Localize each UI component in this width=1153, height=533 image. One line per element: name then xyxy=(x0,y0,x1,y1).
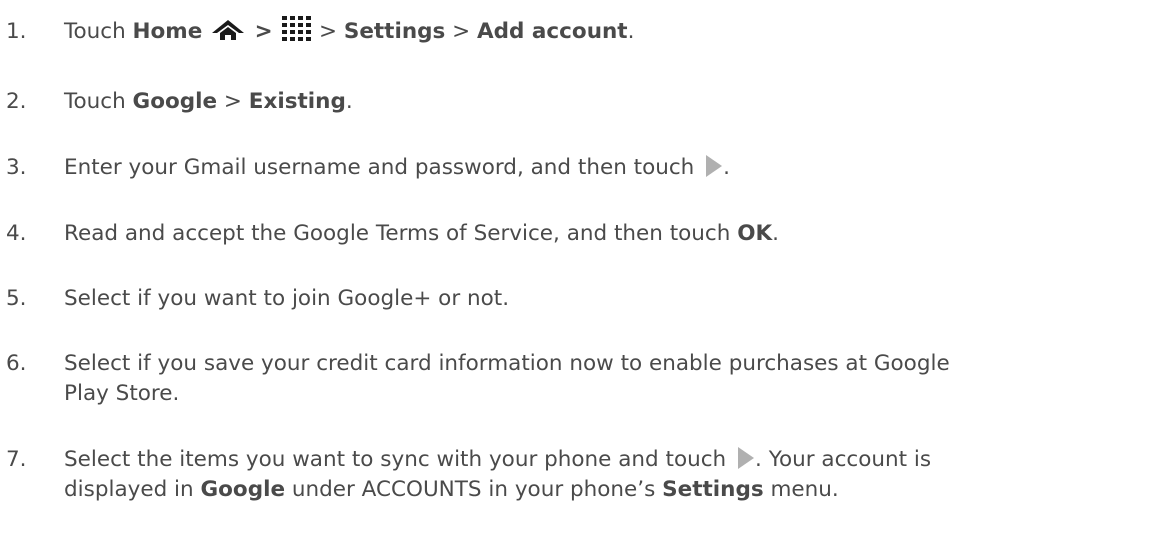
home-icon xyxy=(211,19,245,41)
next-arrow-icon xyxy=(705,154,723,178)
home-label: Home xyxy=(132,19,203,44)
step-text-segment: menu. xyxy=(763,477,839,502)
step-number: 1. xyxy=(6,19,27,44)
step-text-segment: . xyxy=(345,89,353,114)
step-number: 7. xyxy=(6,447,27,472)
step-number: 3. xyxy=(6,155,27,180)
existing-label: Existing xyxy=(248,89,346,114)
step-number: 6. xyxy=(6,351,27,376)
add-account-label: Add account xyxy=(477,19,628,44)
step-text-segment: . xyxy=(627,19,635,44)
step-text-segment: Select if you save your credit card info… xyxy=(64,351,950,376)
step-text-segment: Read and accept the Google Terms of Serv… xyxy=(64,221,738,246)
step-text-segment: displayed in xyxy=(64,477,201,502)
google-label: Google xyxy=(200,477,286,502)
step-number: 5. xyxy=(6,286,27,311)
step-text-segment: Select the items you want to sync with y… xyxy=(64,447,734,472)
ok-label: OK xyxy=(737,221,773,246)
step-text: Select the items you want to sync with y… xyxy=(64,446,1147,504)
step-number: 2. xyxy=(6,89,27,114)
step-text: Read and accept the Google Terms of Serv… xyxy=(64,220,1147,248)
step-text: Select if you want to join Google+ or no… xyxy=(64,285,1147,313)
separator: > xyxy=(312,19,344,44)
separator: > xyxy=(217,89,249,114)
step-text-segment: . xyxy=(723,155,730,180)
apps-grid-icon xyxy=(281,15,312,43)
google-label: Google xyxy=(132,89,218,114)
step-text: Touch Home > > Settings > Add account. xyxy=(64,15,1147,46)
step-text-segment: Enter your Gmail username and password, … xyxy=(64,155,702,180)
separator: > xyxy=(247,19,281,44)
step-text-segment: under ACCOUNTS in your phone’s xyxy=(285,477,663,502)
step-text: Select if you save your credit card info… xyxy=(64,350,1147,408)
settings-label: Settings xyxy=(662,477,764,502)
next-arrow-icon xyxy=(737,446,755,470)
step-text: Enter your Gmail username and password, … xyxy=(64,154,1147,182)
separator: > xyxy=(445,19,478,44)
step-number: 4. xyxy=(6,221,27,246)
step-text-segment: . xyxy=(772,221,779,246)
instruction-steps: 1. Touch Home > > Settings > Add account… xyxy=(0,0,1153,533)
step-text-segment: Select if you want to join Google+ or no… xyxy=(64,286,510,311)
step-text: Touch Google > Existing. xyxy=(64,88,1147,116)
step-text-segment: . Your account is xyxy=(755,447,932,472)
step-text-segment: Play Store. xyxy=(64,381,180,406)
settings-label: Settings xyxy=(343,19,446,44)
step-text-segment: Touch xyxy=(64,19,133,44)
step-text-segment: Touch xyxy=(64,89,133,114)
